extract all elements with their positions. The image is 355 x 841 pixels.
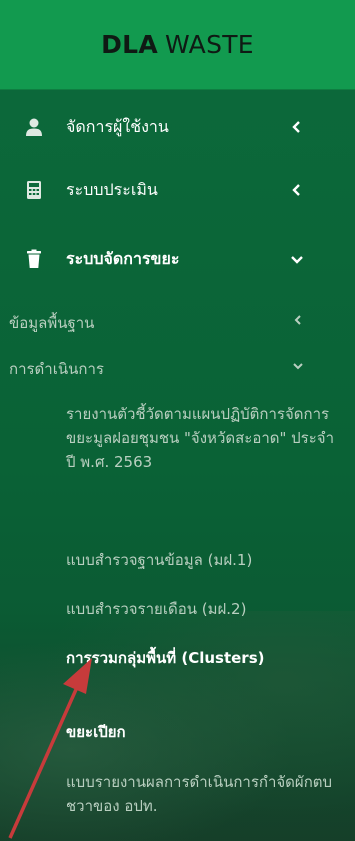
- brand-strong: DLA: [101, 30, 159, 59]
- submenu-label: การดำเนินการ: [9, 360, 104, 378]
- sidebar: DLA WASTE จัดการผู้ใช้งาน ระบบประเมิน ระ…: [0, 0, 355, 841]
- user-icon: [26, 118, 42, 136]
- chevron-down-icon: [293, 363, 303, 370]
- chevron-left-icon: [292, 184, 300, 196]
- chevron-left-icon: [294, 315, 301, 325]
- brand-light: WASTE: [165, 30, 254, 59]
- sidebar-header[interactable]: DLA WASTE: [0, 0, 355, 90]
- operation-link-clusters[interactable]: การรวมกลุ่มพื้นที่ (Clusters): [66, 646, 306, 670]
- chevron-down-icon: [291, 256, 303, 264]
- brand-logo-text[interactable]: DLA WASTE: [101, 30, 254, 59]
- trash-icon: [27, 249, 41, 268]
- menu-label: จัดการผู้ใช้งาน: [66, 116, 169, 136]
- operation-link-survey-mf1[interactable]: แบบสำรวจฐานข้อมูล (มฝ.1): [66, 548, 336, 572]
- operation-link-water-hyacinth-report[interactable]: แบบรายงานผลการดำเนินการกำจัดผักตบชวาของ …: [66, 770, 341, 818]
- operation-link-indicator-report[interactable]: รายงานตัวชี้วัดตามแผนปฏิบัติการจัดการขยะ…: [66, 402, 336, 474]
- operation-link-wet-waste[interactable]: ขยะเปียก: [66, 720, 336, 744]
- menu-item-evaluation-system[interactable]: ระบบประเมิน: [0, 160, 355, 220]
- submenu-basic-data[interactable]: ข้อมูลพื้นฐาน: [9, 311, 339, 335]
- calculator-icon: [27, 181, 41, 199]
- menu-item-waste-management[interactable]: ระบบจัดการขยะ: [0, 229, 355, 289]
- chevron-left-icon: [292, 121, 300, 133]
- submenu-operations[interactable]: การดำเนินการ: [9, 357, 339, 381]
- menu-item-user-management[interactable]: จัดการผู้ใช้งาน: [0, 97, 355, 157]
- operation-link-survey-mf2[interactable]: แบบสำรวจรายเดือน (มฝ.2): [66, 597, 336, 621]
- menu-label: ระบบประเมิน: [66, 179, 158, 199]
- menu-label: ระบบจัดการขยะ: [66, 248, 180, 268]
- submenu-label: ข้อมูลพื้นฐาน: [9, 314, 95, 332]
